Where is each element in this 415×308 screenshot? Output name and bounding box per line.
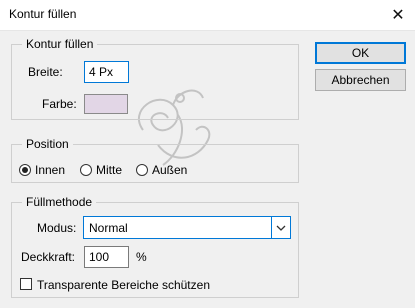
preserve-transparency-label: Transparente Bereiche schützen: [37, 278, 210, 292]
radio-aussen[interactable]: Außen: [136, 163, 187, 177]
radio-mitte-icon: [80, 164, 92, 176]
position-group-legend: Position: [22, 137, 73, 151]
width-input[interactable]: 4 Px: [84, 61, 129, 83]
mode-select[interactable]: Normal: [83, 216, 291, 239]
width-label: Breite:: [28, 65, 63, 79]
dialog-title: Kontur füllen: [9, 7, 77, 21]
cancel-button[interactable]: Abbrechen: [315, 69, 406, 91]
radio-aussen-icon: [136, 164, 148, 176]
radio-innen-label: Innen: [35, 163, 66, 177]
mode-label: Modus:: [37, 221, 77, 235]
chevron-down-icon[interactable]: [271, 217, 290, 238]
opacity-unit: %: [136, 250, 147, 264]
opacity-value: 100: [89, 250, 110, 264]
ok-button[interactable]: OK: [315, 42, 406, 64]
preserve-transparency-checkbox[interactable]: [20, 278, 32, 290]
radio-aussen-label: Außen: [152, 163, 188, 177]
opacity-input[interactable]: 100: [84, 246, 129, 268]
radio-innen[interactable]: Innen: [19, 163, 65, 177]
width-value: 4 Px: [89, 65, 114, 79]
color-swatch[interactable]: [84, 94, 128, 114]
close-icon: ✕: [391, 6, 405, 24]
cancel-button-label: Abbrechen: [331, 73, 390, 87]
radio-innen-icon: [19, 164, 31, 176]
ok-button-label: OK: [351, 46, 370, 60]
title-bar: Kontur füllen ✕: [0, 0, 415, 31]
radio-mitte-label: Mitte: [96, 163, 123, 177]
stroke-group-legend: Kontur füllen: [22, 37, 98, 51]
radio-mitte[interactable]: Mitte: [80, 163, 122, 177]
opacity-label: Deckkraft:: [21, 250, 76, 264]
mode-value: Normal: [89, 221, 128, 235]
close-button[interactable]: ✕: [381, 0, 415, 29]
radio-selected-dot-icon: [22, 167, 28, 173]
blend-group-legend: Füllmethode: [22, 195, 97, 209]
color-label: Farbe:: [42, 97, 77, 111]
